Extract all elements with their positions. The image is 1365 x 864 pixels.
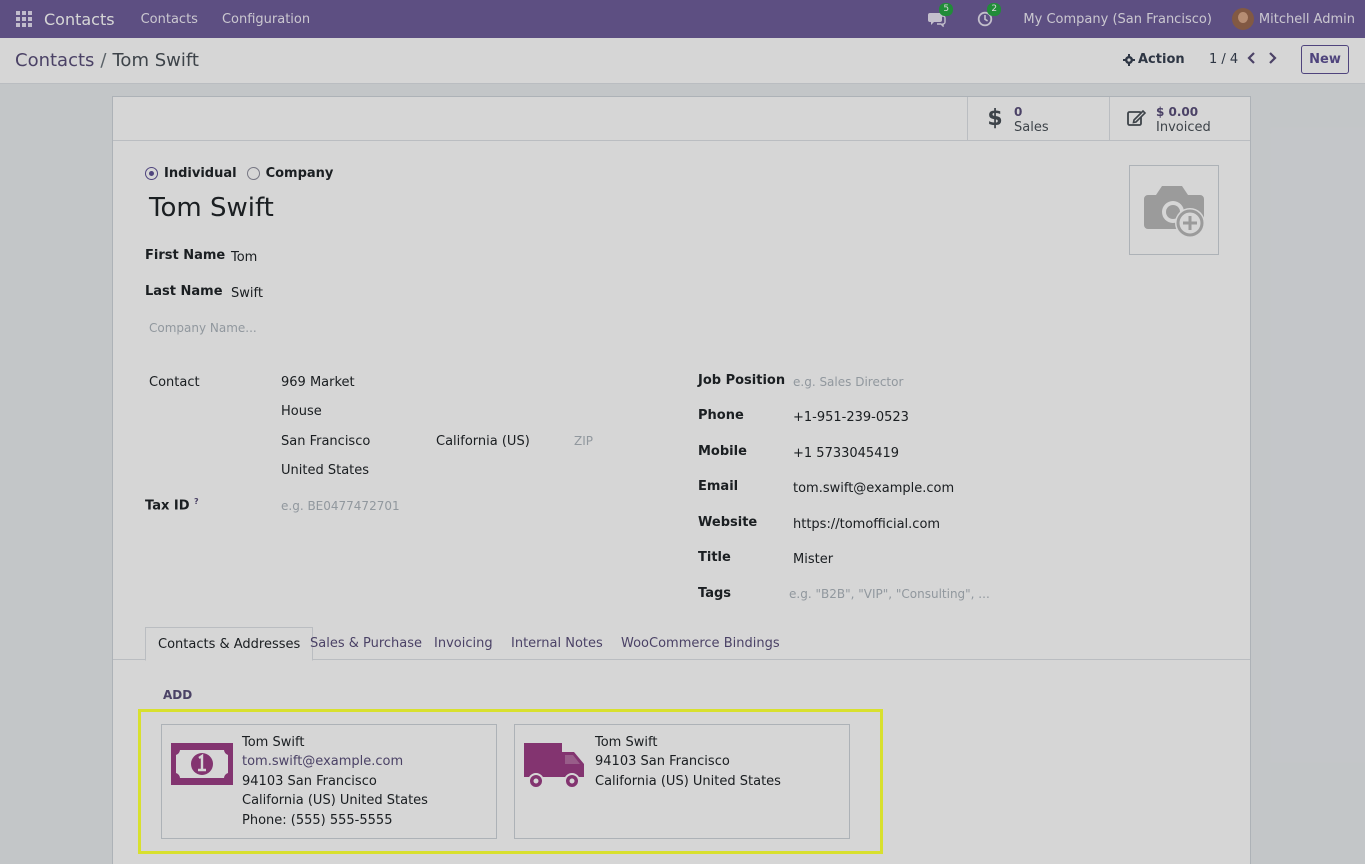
- radio-individual[interactable]: [145, 167, 158, 180]
- company-name-field[interactable]: Company Name...: [149, 321, 257, 335]
- company-switcher[interactable]: My Company (San Francisco): [1023, 12, 1211, 27]
- app-name[interactable]: Contacts: [44, 10, 115, 29]
- company-type-selector: Individual Company: [145, 166, 343, 181]
- breadcrumb-separator: /: [100, 50, 107, 71]
- card-name: Tom Swift: [242, 735, 305, 750]
- mobile-label: Mobile: [698, 444, 747, 459]
- first-name-label: First Name: [145, 248, 226, 263]
- user-avatar[interactable]: [1231, 8, 1254, 30]
- website-label: Website: [698, 515, 758, 530]
- title-label: Title: [698, 550, 731, 565]
- zip-field[interactable]: ZIP: [574, 434, 593, 448]
- card-email-link[interactable]: tom.swift@example.com: [242, 754, 403, 769]
- smart-button-box: $ 0 Sales $ 0.00 Invoiced: [113, 97, 1250, 141]
- control-panel: Contacts / Tom Swift Action 1 / 4 New: [0, 38, 1365, 84]
- action-menu-button[interactable]: Action: [1123, 52, 1185, 67]
- menu-contacts[interactable]: Contacts: [141, 12, 198, 27]
- email-label: Email: [698, 479, 739, 494]
- invoiced-label: Invoiced: [1156, 120, 1211, 135]
- app-grid-icon[interactable]: [16, 11, 32, 27]
- country-field[interactable]: United States: [281, 463, 369, 478]
- new-button[interactable]: New: [1301, 45, 1349, 74]
- camera-add-icon: [1144, 186, 1205, 238]
- street-field[interactable]: 969 Market: [281, 375, 355, 390]
- tab-sales-purchase[interactable]: Sales & Purchase: [310, 627, 422, 660]
- menu-configuration[interactable]: Configuration: [222, 12, 310, 27]
- tab-contacts-addresses[interactable]: Contacts & Addresses: [145, 627, 314, 661]
- contact-address-label: Contact: [149, 375, 200, 390]
- phone-field[interactable]: +1-951-239-0523: [793, 410, 909, 425]
- breadcrumb-contacts[interactable]: Contacts: [15, 50, 94, 71]
- edit-invoice-icon: [1126, 107, 1148, 129]
- tax-id-label: Tax ID ?: [145, 497, 199, 513]
- last-name-label: Last Name: [145, 284, 223, 299]
- card-name: Tom Swift: [595, 735, 658, 750]
- phone-label: Phone: [698, 408, 744, 423]
- tax-id-help-icon[interactable]: ?: [194, 497, 199, 506]
- last-name-field[interactable]: Swift: [231, 286, 263, 301]
- dollar-icon: $: [987, 105, 1003, 131]
- mobile-field[interactable]: +1 5733045419: [793, 446, 899, 461]
- top-navbar: Contacts Contacts Configuration 5 2 My C…: [0, 0, 1365, 38]
- radio-company[interactable]: [246, 167, 260, 180]
- sales-smart-button[interactable]: $ 0 Sales: [967, 97, 1109, 141]
- card-phone: Phone: (555) 555-5555: [242, 813, 393, 828]
- pager-next-button[interactable]: [1268, 51, 1280, 67]
- card-city: 94103 San Francisco: [595, 754, 730, 769]
- activities-badge: 2: [987, 3, 1002, 16]
- contact-card-invoice[interactable]: Tom Swift tom.swift@example.com 94103 Sa…: [161, 724, 497, 839]
- radio-company-label[interactable]: Company: [266, 166, 334, 181]
- notebook-tabs: Contacts & Addresses Sales & Purchase In…: [113, 627, 1250, 661]
- messages-badge: 5: [939, 3, 954, 16]
- sales-count: 0: [1014, 105, 1023, 119]
- tags-label: Tags: [698, 586, 732, 601]
- job-position-field[interactable]: e.g. Sales Director: [793, 375, 903, 389]
- title-field[interactable]: Mister: [793, 552, 833, 567]
- delivery-truck-icon: [524, 743, 586, 791]
- pager-previous-button[interactable]: [1246, 51, 1258, 67]
- action-label: Action: [1138, 52, 1185, 67]
- breadcrumb-current: Tom Swift: [112, 50, 199, 71]
- breadcrumb: Contacts / Tom Swift: [15, 50, 199, 71]
- pager-value[interactable]: 1 / 4: [1209, 52, 1238, 67]
- radio-individual-label[interactable]: Individual: [164, 166, 237, 181]
- user-menu[interactable]: Mitchell Admin: [1259, 12, 1355, 27]
- tax-id-label-text: Tax ID: [145, 498, 190, 514]
- activities-button[interactable]: 2: [975, 3, 1002, 29]
- website-field[interactable]: https://tomofficial.com: [793, 517, 940, 532]
- card-state-country: California (US) United States: [242, 793, 428, 808]
- contact-card-delivery[interactable]: Tom Swift 94103 San Francisco California…: [514, 724, 850, 839]
- gear-icon: [1123, 53, 1135, 66]
- tax-id-field[interactable]: e.g. BE0477472701: [281, 499, 400, 513]
- email-field[interactable]: tom.swift@example.com: [793, 481, 954, 496]
- partner-name-field[interactable]: Tom Swift: [149, 193, 274, 223]
- street2-field[interactable]: House: [281, 404, 322, 419]
- invoiced-amount: $ 0.00: [1156, 105, 1199, 119]
- chevron-left-icon: [1247, 52, 1255, 64]
- first-name-field[interactable]: Tom: [231, 250, 257, 265]
- invoiced-smart-button[interactable]: $ 0.00 Invoiced: [1109, 97, 1251, 141]
- card-city: 94103 San Francisco: [242, 774, 377, 789]
- messages-button[interactable]: 5: [927, 3, 954, 29]
- tab-invoicing[interactable]: Invoicing: [434, 627, 493, 660]
- city-field[interactable]: San Francisco: [281, 434, 370, 449]
- chevron-right-icon: [1269, 52, 1277, 64]
- add-contact-button[interactable]: ADD: [163, 688, 192, 702]
- tab-internal-notes[interactable]: Internal Notes: [511, 627, 603, 660]
- tags-field[interactable]: e.g. "B2B", "VIP", "Consulting", ...: [789, 587, 990, 601]
- photo-upload[interactable]: [1129, 165, 1219, 255]
- sales-label: Sales: [1014, 120, 1049, 135]
- tab-woocommerce-bindings[interactable]: WooCommerce Bindings: [621, 627, 780, 660]
- card-state-country: California (US) United States: [595, 774, 781, 789]
- state-field[interactable]: California (US): [436, 434, 530, 449]
- invoice-money-icon: [171, 743, 233, 791]
- job-position-label: Job Position: [698, 373, 786, 388]
